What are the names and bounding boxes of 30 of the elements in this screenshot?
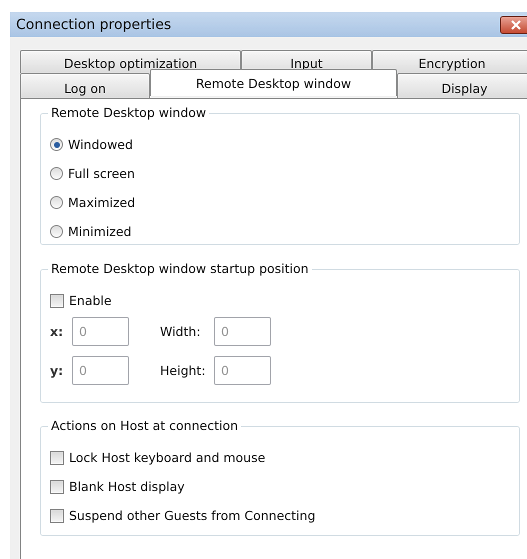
checkbox[interactable]: [50, 450, 64, 464]
radio-label: Maximized: [68, 195, 136, 210]
radio-label: Windowed: [68, 137, 133, 152]
tab[interactable]: Desktop optimization: [20, 50, 241, 73]
window-title: Connection properties: [16, 16, 172, 32]
field-label: Width:: [160, 324, 202, 339]
group-title: Remote Desktop window: [48, 105, 210, 121]
field-label: x:: [50, 324, 64, 339]
radio-button[interactable]: [50, 167, 63, 180]
radio-label: Minimized: [68, 224, 132, 239]
close-icon: [510, 20, 522, 30]
checkbox-label: Blank Host display: [69, 479, 185, 494]
checkbox[interactable]: [50, 480, 64, 494]
radio-label: Full screen: [68, 166, 135, 181]
radio-button[interactable]: [50, 196, 63, 209]
field-label: Height:: [160, 363, 207, 378]
radio-button[interactable]: [50, 138, 63, 151]
checkbox[interactable]: [50, 294, 64, 308]
close-button[interactable]: [500, 16, 527, 34]
checkbox[interactable]: [50, 508, 64, 522]
field-label: y:: [50, 363, 64, 378]
tab[interactable]: Remote Desktop window: [150, 69, 397, 96]
radio-button[interactable]: [50, 225, 63, 238]
checkbox-label: Suspend other Guests from Connecting: [69, 508, 316, 523]
tab[interactable]: Display: [397, 73, 527, 98]
tab[interactable]: Log on: [20, 73, 150, 98]
checkbox-label: Enable: [69, 293, 112, 308]
tab[interactable]: Encryption: [372, 50, 527, 73]
checkbox-label: Lock Host keyboard and mouse: [69, 450, 266, 465]
group-title: Remote Desktop window startup position: [48, 261, 312, 277]
